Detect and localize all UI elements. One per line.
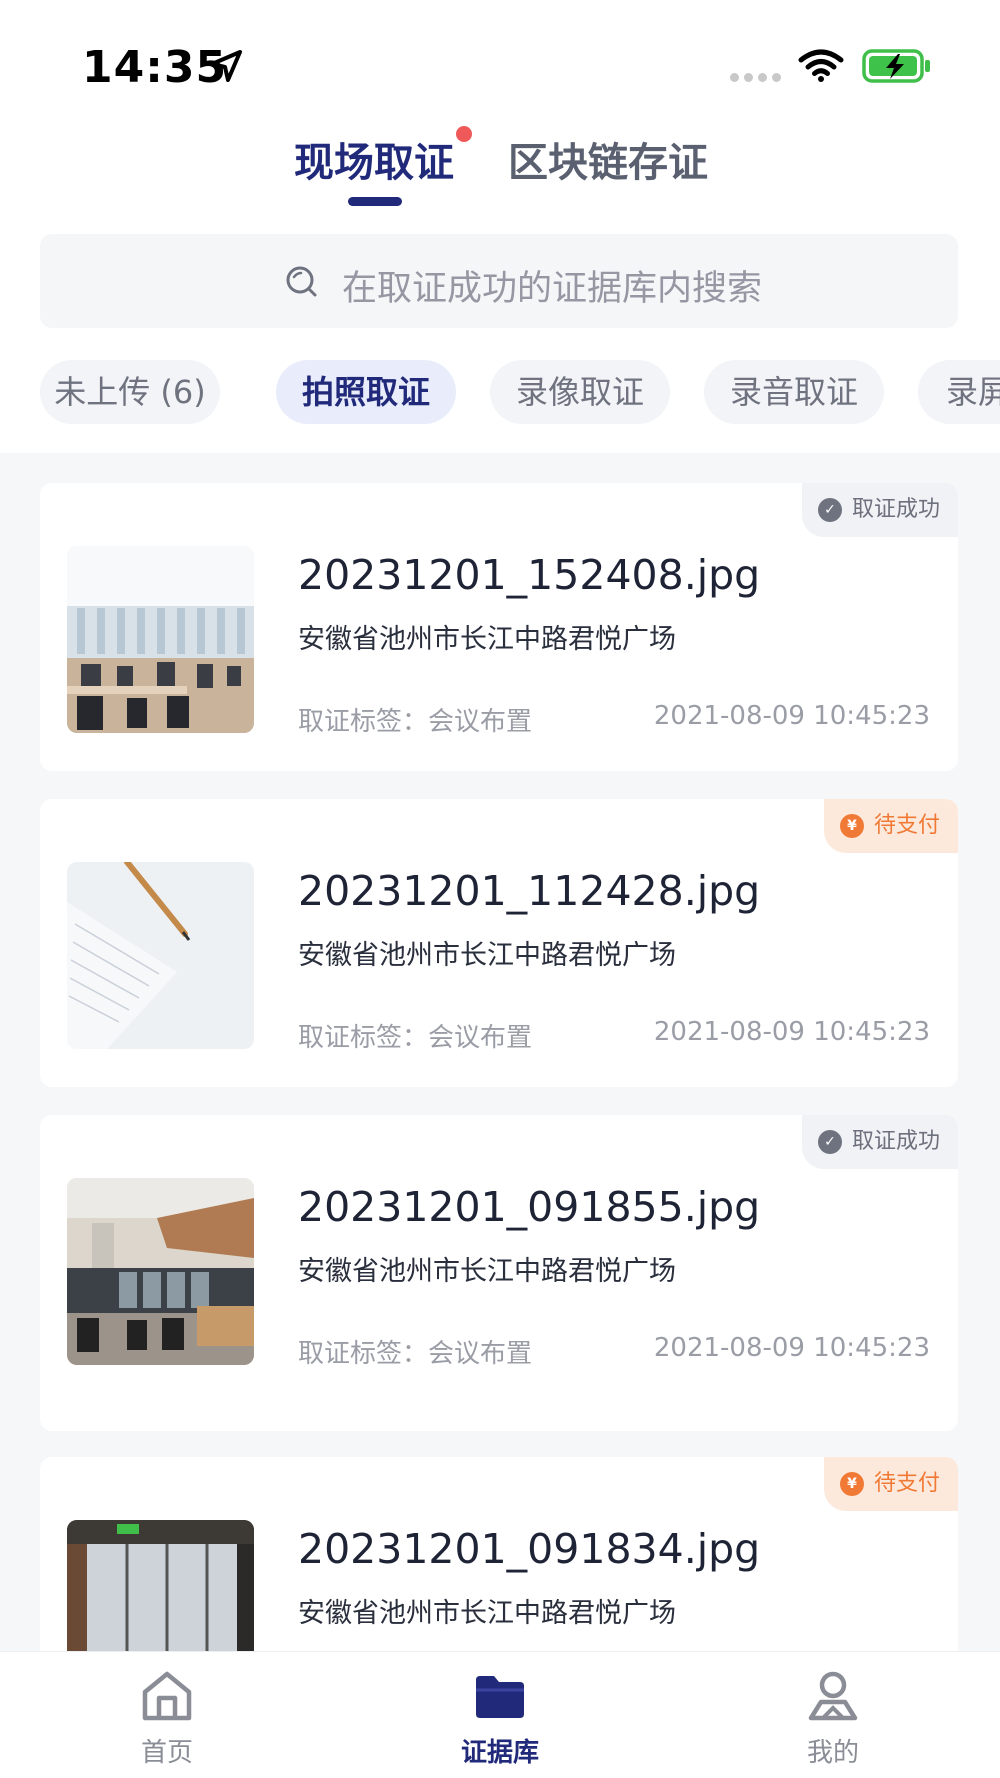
chip-screen-recording[interactable]: 录屏 bbox=[918, 360, 1000, 424]
yuan-coin-icon: ¥ bbox=[839, 1472, 864, 1496]
check-circle-icon: ✓ bbox=[817, 1130, 842, 1154]
nav-home[interactable]: 首页 bbox=[97, 1652, 237, 1778]
evidence-thumbnail[interactable] bbox=[67, 862, 254, 1049]
evidence-card[interactable]: ✓ 取证成功 20231201_091855.jpg 安徽省池州市长江中路君悦广… bbox=[40, 1115, 958, 1431]
evidence-filename: 20231201_091855.jpg bbox=[298, 1183, 761, 1231]
status-bar: 14:35 bbox=[0, 0, 1000, 110]
chip-audio-evidence[interactable]: 录音取证 bbox=[704, 360, 884, 424]
evidence-filename: 20231201_091834.jpg bbox=[298, 1525, 761, 1573]
evidence-filename: 20231201_112428.jpg bbox=[298, 867, 761, 915]
nav-evidence-library[interactable]: 证据库 bbox=[430, 1652, 570, 1778]
notification-dot bbox=[456, 126, 472, 142]
evidence-card[interactable]: ✓ 取证成功 20231201_152408.jpg 安徽省池州市长江中路君悦广… bbox=[40, 483, 958, 771]
tab-onsite-evidence[interactable]: 现场取证 bbox=[294, 130, 454, 188]
wifi-icon bbox=[798, 49, 844, 82]
nav-evidence-library-label: 证据库 bbox=[460, 1738, 539, 1768]
evidence-tag: 取证标签：会议布置 bbox=[298, 707, 533, 737]
profile-icon bbox=[808, 1671, 858, 1721]
evidence-filename: 20231201_152408.jpg bbox=[298, 551, 761, 599]
status-badge: ¥ 待支付 bbox=[823, 799, 958, 853]
status-badge: ✓ 取证成功 bbox=[801, 1115, 958, 1169]
nav-profile-label: 我的 bbox=[806, 1738, 859, 1768]
evidence-card[interactable]: ¥ 待支付 20231201_112428.jpg 安徽省池州市长江中路君悦广场… bbox=[40, 799, 958, 1087]
yuan-coin-icon: ¥ bbox=[839, 814, 864, 838]
evidence-thumbnail[interactable] bbox=[67, 1520, 254, 1651]
nav-profile[interactable]: 我的 bbox=[763, 1652, 903, 1778]
evidence-address: 安徽省池州市长江中路君悦广场 bbox=[298, 1598, 676, 1629]
evidence-address: 安徽省池州市长江中路君悦广场 bbox=[298, 624, 676, 655]
evidence-thumbnail[interactable] bbox=[67, 546, 254, 733]
top-tabs: 现场取证 区块链存证 bbox=[0, 120, 1000, 210]
search-input[interactable]: 在取证成功的证据库内搜索 bbox=[40, 234, 958, 328]
search-icon bbox=[286, 266, 317, 297]
bottom-navigation: 首页 证据库 我的 bbox=[0, 1651, 1000, 1778]
evidence-address: 安徽省池州市长江中路君悦广场 bbox=[298, 940, 676, 971]
cellular-signal-icon bbox=[730, 73, 781, 82]
filter-chips: 未上传 (6) 拍照取证 录像取证 录音取证 录屏 bbox=[40, 360, 1000, 424]
check-circle-icon: ✓ bbox=[817, 498, 842, 522]
home-icon bbox=[142, 1671, 192, 1721]
battery-charging-icon bbox=[862, 49, 930, 83]
chip-video-evidence[interactable]: 录像取证 bbox=[490, 360, 670, 424]
evidence-tag: 取证标签：会议布置 bbox=[298, 1023, 533, 1053]
active-tab-indicator bbox=[348, 197, 402, 206]
search-placeholder: 在取证成功的证据库内搜索 bbox=[342, 269, 763, 309]
evidence-datetime: 2021-08-09 10:45:23 bbox=[653, 1017, 930, 1047]
tab-blockchain-evidence[interactable]: 区块链存证 bbox=[508, 130, 708, 188]
location-arrow-icon bbox=[210, 50, 242, 82]
status-time: 14:35 bbox=[82, 42, 228, 93]
nav-home-label: 首页 bbox=[140, 1738, 193, 1768]
chip-not-uploaded[interactable]: 未上传 (6) bbox=[40, 360, 220, 424]
evidence-thumbnail[interactable] bbox=[67, 1178, 254, 1365]
chip-photo-evidence[interactable]: 拍照取证 bbox=[276, 360, 456, 424]
evidence-list: ✓ 取证成功 20231201_152408.jpg 安徽省池州市长江中路君悦广… bbox=[0, 453, 1000, 1651]
status-badge: ¥ 待支付 bbox=[823, 1457, 958, 1511]
evidence-datetime: 2021-08-09 10:45:23 bbox=[653, 701, 930, 731]
evidence-address: 安徽省池州市长江中路君悦广场 bbox=[298, 1256, 676, 1287]
status-badge: ✓ 取证成功 bbox=[801, 483, 958, 537]
evidence-datetime: 2021-08-09 10:45:23 bbox=[653, 1333, 930, 1363]
evidence-tag: 取证标签：会议布置 bbox=[298, 1339, 533, 1369]
evidence-card[interactable]: ¥ 待支付 20231201_091834.jpg 安徽省池州市长江中路君悦广场 bbox=[40, 1457, 958, 1651]
folder-icon bbox=[476, 1676, 524, 1718]
